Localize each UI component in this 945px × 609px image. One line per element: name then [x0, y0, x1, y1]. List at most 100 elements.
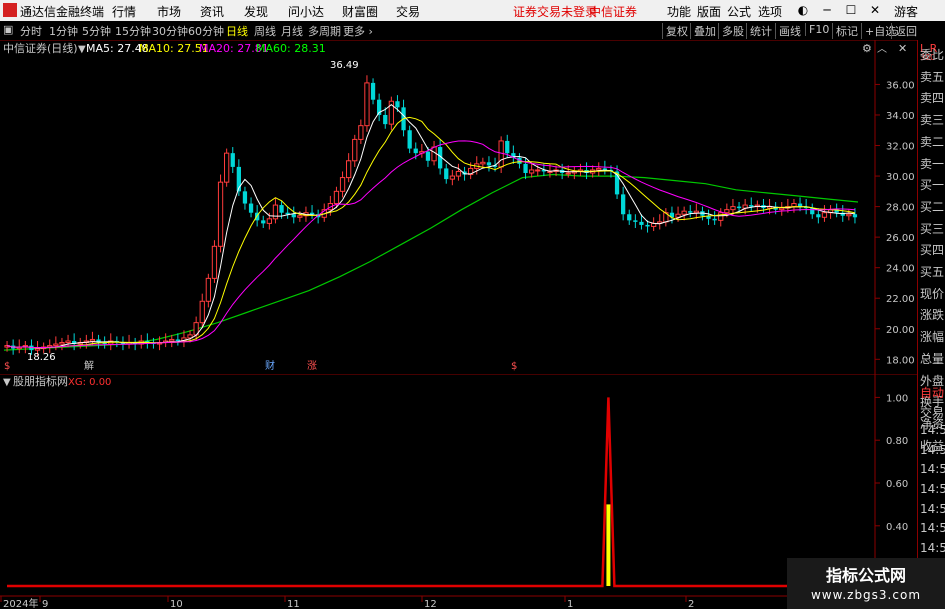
back-button[interactable]: 返回 — [891, 23, 917, 39]
panel-item[interactable]: 自动 — [920, 384, 944, 401]
candle-body — [205, 277, 211, 302]
ma20-path — [6, 140, 855, 349]
candle-body — [248, 203, 254, 213]
y-tick-label: 20.00 — [886, 325, 915, 336]
ma60-path — [3, 173, 859, 351]
adjust-button[interactable]: 复权 — [662, 23, 688, 39]
menu-discover[interactable]: 发现 — [244, 3, 268, 20]
tab-period-30min[interactable]: 30分钟 — [152, 23, 188, 39]
menu-function[interactable]: 功能 — [667, 3, 691, 20]
main-y-axis: 36.00 34.00 32.00 30.00 28.00 26.00 24.00 22.00… — [886, 80, 915, 366]
maximize-icon[interactable]: ☐ — [843, 3, 859, 17]
y-tick-label: 34.00 — [886, 111, 915, 122]
menu-news[interactable]: 资讯 — [200, 3, 224, 20]
chart-settings-icon[interactable]: ▼ — [78, 44, 86, 55]
app-name: 通达信金融终端 — [20, 5, 105, 19]
x-tick-label: 1 — [567, 599, 573, 609]
candle-body — [791, 203, 797, 208]
candle-body — [730, 206, 736, 211]
minimize-icon[interactable]: ─ — [819, 3, 835, 17]
chart-close-icon[interactable]: ✕ — [898, 42, 907, 55]
candle-body — [217, 181, 224, 247]
menu-formula[interactable]: 公式 — [727, 3, 751, 20]
skin-icon[interactable]: ◐ — [795, 3, 811, 17]
panel-item: 买四 — [920, 243, 945, 258]
candle-body — [34, 348, 41, 351]
candlestick-chart[interactable]: 36.00 34.00 32.00 30.00 28.00 26.00 24.00 22.00… — [0, 40, 917, 374]
candle-body — [242, 191, 248, 204]
more-label: 更多 — [343, 25, 365, 38]
candle-body — [169, 338, 175, 342]
menu-market[interactable]: 市场 — [157, 3, 181, 20]
panel-item: 卖五 — [920, 69, 945, 84]
candle-body — [333, 190, 340, 205]
f10-button[interactable]: F10 — [805, 23, 829, 36]
mark-button[interactable]: 标记 — [832, 23, 858, 39]
tab-period-60min[interactable]: 60分钟 — [188, 23, 224, 39]
multi-stock-button[interactable]: 多股 — [718, 23, 744, 39]
tab-period-15min[interactable]: 15分钟 — [115, 23, 151, 39]
x-tick-label: 12 — [424, 599, 437, 609]
event-marker-unlock[interactable]: 解 — [84, 359, 94, 372]
chart-gear-icon[interactable]: ⚙ — [862, 42, 872, 55]
candle-body — [455, 170, 462, 177]
period-toolbar: ▣ 分时 1分钟 5分钟 15分钟 30分钟 60分钟 日线 周线 月线 多周期… — [0, 21, 945, 41]
indicator-value: XG: 0.00 — [68, 377, 111, 388]
indicator-settings-icon[interactable]: ▼ — [3, 377, 11, 388]
tab-period-weekly[interactable]: 周线 — [254, 23, 276, 39]
tab-period-multi[interactable]: 多周期 — [308, 23, 341, 39]
tab-period-daily[interactable]: 日线 — [226, 23, 248, 39]
indicator-chart[interactable]: 1.000.800.600.400.20 2024年910111212 ▼ 股朋… — [0, 374, 917, 609]
x-tick-label: 10 — [170, 599, 183, 609]
ind-tick-label: 0.80 — [886, 436, 908, 447]
panel-item: 卖三 — [920, 113, 945, 128]
menu-fortune[interactable]: 财富圈 — [342, 3, 378, 20]
xg-line — [7, 397, 855, 588]
y-tick-label: 18.00 — [886, 355, 915, 366]
panel-item: 涨跌 — [920, 308, 945, 323]
menu-layout[interactable]: 版面 — [697, 3, 721, 20]
tab-period-more[interactable]: 更多 › — [343, 23, 373, 39]
chart-collapse-icon[interactable]: ︿ — [877, 44, 887, 55]
draw-line-button[interactable]: 画线 — [775, 23, 801, 39]
statistics-button[interactable]: 统计 — [746, 23, 772, 39]
tab-period-5min[interactable]: 5分钟 — [82, 23, 111, 39]
user-label[interactable]: 游客 — [894, 3, 918, 20]
panel-item: 买五 — [920, 265, 945, 279]
candle-body — [535, 169, 541, 172]
ma-lines — [6, 103, 856, 349]
candle-body — [505, 140, 510, 154]
toolbar-grid-icon[interactable]: ▣ — [3, 23, 13, 36]
login-warning[interactable]: 证券交易未登录 — [513, 3, 597, 20]
overlay-button[interactable]: 叠加 — [690, 23, 716, 39]
menu-options[interactable]: 选项 — [758, 3, 782, 20]
indicator-bars — [7, 397, 855, 588]
panel-item: 委比 — [920, 48, 945, 62]
panel-item: 买三 — [920, 221, 945, 236]
menu-trade[interactable]: 交易 — [396, 3, 420, 20]
candle-body — [633, 220, 638, 222]
event-marker-finance[interactable]: 财 — [265, 359, 275, 372]
panel-item: 买二 — [920, 199, 945, 214]
panel-item: 卖四 — [920, 91, 945, 106]
tab-period-1min[interactable]: 1分钟 — [49, 23, 78, 39]
panel-item: 14:56 — [920, 482, 945, 496]
event-marker-s1[interactable]: $ — [4, 361, 10, 372]
event-marker-s2[interactable]: $ — [511, 361, 517, 372]
candle-body — [821, 212, 828, 218]
ind-tick-label: 0.40 — [886, 522, 908, 533]
event-marker-rise[interactable]: 涨 — [307, 360, 317, 372]
stock-label: 中信证券(日线) — [3, 41, 78, 55]
ind-tick-label: 0.60 — [886, 479, 908, 490]
tab-period-monthly[interactable]: 月线 — [281, 23, 303, 39]
panel-item[interactable]: 交易 — [920, 404, 944, 421]
candle-body — [413, 148, 418, 154]
close-icon[interactable]: ✕ — [867, 3, 883, 17]
candle-body — [383, 114, 388, 125]
xg-signal-bar — [606, 504, 611, 586]
watermark-url: www.zbgs3.com — [810, 588, 922, 602]
menu-ask[interactable]: 问小达 — [288, 3, 324, 20]
ma60-label: MA60: 28.31 — [256, 42, 326, 55]
tab-period-intraday[interactable]: 分时 — [20, 23, 42, 39]
menu-quotes[interactable]: 行情 — [112, 3, 136, 20]
